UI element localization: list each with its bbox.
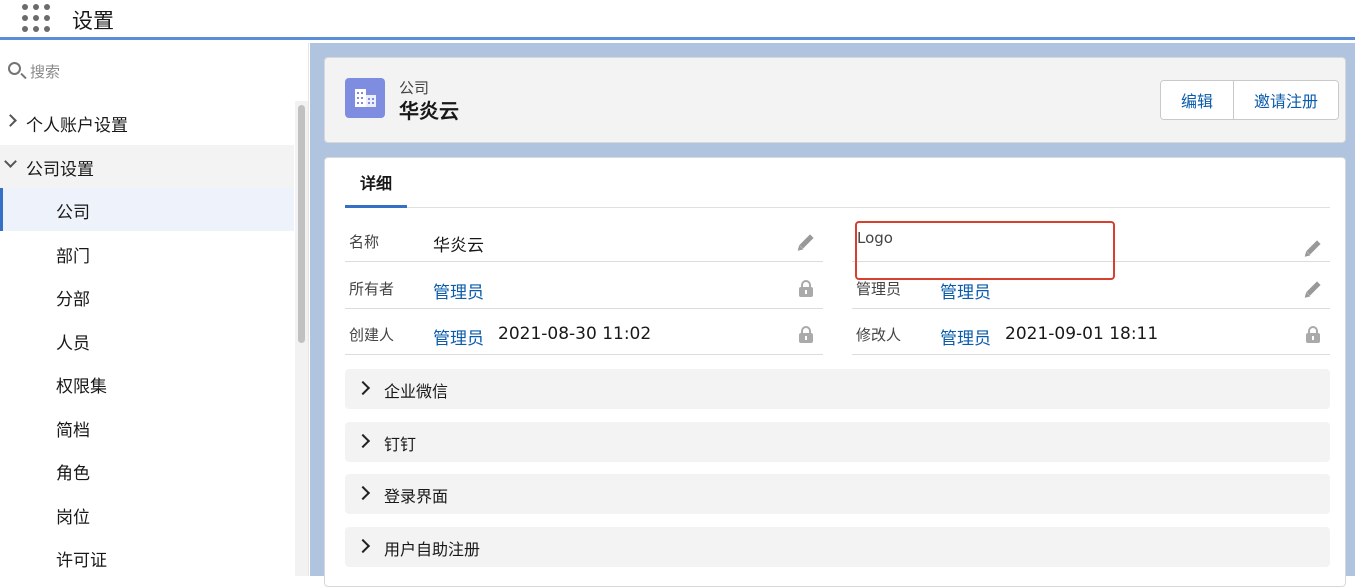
search-icon	[8, 62, 21, 75]
edit-button[interactable]: 编辑	[1160, 81, 1233, 119]
field-value: 华炎云	[433, 236, 484, 256]
chevron-right-icon	[355, 380, 371, 396]
edit-pencil-icon[interactable]	[1302, 238, 1322, 259]
scrollbar-thumb[interactable]	[298, 105, 305, 343]
sidebar-item-roles[interactable]: 角色	[0, 449, 294, 492]
search-input[interactable]	[30, 60, 290, 84]
sidebar-item-label: 权限集	[56, 377, 107, 397]
section-login-page[interactable]: 登录界面	[345, 474, 1330, 514]
field-logo: Logo	[852, 216, 1330, 262]
sidebar-item-divisions[interactable]: 分部	[0, 275, 294, 318]
sidebar-item-label: 分部	[56, 290, 90, 310]
created-date: 2021-08-30 11:02	[498, 324, 652, 344]
sidebar-item-label: 角色	[56, 464, 90, 484]
field-name: 名称 华炎云	[345, 216, 823, 262]
main-content: 公司 华炎云 编辑 邀请注册 详细 名称 华炎云 Logo 所有者 管理员 管理	[310, 43, 1355, 587]
sidebar-item-licenses[interactable]: 许可证	[0, 536, 294, 576]
field-label: Logo	[857, 229, 893, 247]
field-owner: 所有者 管理员	[345, 263, 823, 309]
edit-pencil-icon[interactable]	[1302, 279, 1322, 300]
field-created-by: 创建人 管理员 2021-08-30 11:02	[345, 309, 823, 355]
record-title: 华炎云	[399, 99, 459, 123]
modified-date: 2021-09-01 18:11	[1005, 324, 1159, 344]
building-icon	[345, 78, 385, 118]
sidebar-item-label: 部门	[56, 247, 90, 267]
tab-bar: 详细	[345, 158, 1330, 208]
sidebar-item-departments[interactable]: 部门	[0, 232, 294, 275]
field-label: 修改人	[856, 326, 902, 344]
app-launcher-grid-icon[interactable]	[22, 4, 50, 32]
lock-icon	[797, 279, 815, 297]
sidebar-item-label: 岗位	[56, 508, 90, 528]
chevron-right-icon	[4, 114, 17, 127]
created-by-user-link[interactable]: 管理员	[433, 324, 484, 349]
lock-icon	[797, 325, 815, 343]
sidebar-search	[0, 43, 308, 101]
record-detail-card: 详细 名称 华炎云 Logo 所有者 管理员 管理员 管理员 创建人 管理员 2…	[324, 157, 1346, 587]
top-bar: 设置	[0, 0, 1355, 40]
modified-by-user-link[interactable]: 管理员	[940, 324, 991, 349]
tab-details[interactable]: 详细	[345, 158, 408, 208]
section-label: 钉钉	[384, 435, 417, 454]
owner-user-link[interactable]: 管理员	[433, 278, 484, 303]
field-admin: 管理员 管理员	[852, 263, 1330, 309]
chevron-right-icon	[355, 538, 371, 554]
section-self-registration[interactable]: 用户自助注册	[345, 527, 1330, 567]
sidebar-item-label: 简档	[56, 421, 90, 441]
section-dingtalk[interactable]: 钉钉	[345, 422, 1330, 462]
section-label: 企业微信	[384, 382, 449, 401]
sidebar-group-label: 公司设置	[26, 160, 94, 180]
section-wecom[interactable]: 企业微信	[345, 369, 1330, 409]
record-actions: 编辑 邀请注册	[1159, 80, 1339, 120]
chevron-right-icon	[355, 433, 371, 449]
sidebar-item-company[interactable]: 公司	[0, 188, 294, 231]
sidebar-group-company-settings[interactable]: 公司设置	[0, 145, 294, 188]
sidebar-item-positions[interactable]: 岗位	[0, 493, 294, 536]
sidebar-group-personal-settings[interactable]: 个人账户设置	[0, 101, 294, 144]
sidebar-item-permission-sets[interactable]: 权限集	[0, 362, 294, 405]
sidebar-item-label: 公司	[56, 203, 90, 223]
field-label: 所有者	[349, 280, 395, 298]
invite-register-button[interactable]: 邀请注册	[1232, 81, 1338, 119]
sidebar-item-label: 许可证	[56, 551, 107, 571]
sidebar: 个人账户设置 公司设置 公司 部门 分部 人员 权限集 简档 角色 岗位 许可证	[0, 43, 309, 576]
app-title: 设置	[72, 9, 114, 33]
section-label: 登录界面	[384, 487, 449, 506]
field-modified-by: 修改人 管理员 2021-09-01 18:11	[852, 309, 1330, 355]
sidebar-item-users[interactable]: 人员	[0, 319, 294, 362]
chevron-right-icon	[355, 485, 371, 501]
field-label: 名称	[349, 233, 380, 251]
sidebar-item-label: 人员	[56, 334, 90, 354]
sidebar-item-profiles[interactable]: 简档	[0, 406, 294, 449]
chevron-down-icon	[4, 155, 17, 168]
lock-icon	[1304, 325, 1322, 343]
admin-user-link[interactable]: 管理员	[940, 278, 991, 303]
record-header: 公司 华炎云 编辑 邀请注册	[324, 57, 1346, 143]
sidebar-scrollbar[interactable]	[295, 101, 308, 576]
section-label: 用户自助注册	[384, 540, 481, 559]
field-label: 创建人	[349, 326, 395, 344]
sidebar-group-label: 个人账户设置	[26, 116, 128, 136]
field-label: 管理员	[856, 280, 902, 298]
edit-pencil-icon[interactable]	[795, 232, 815, 253]
